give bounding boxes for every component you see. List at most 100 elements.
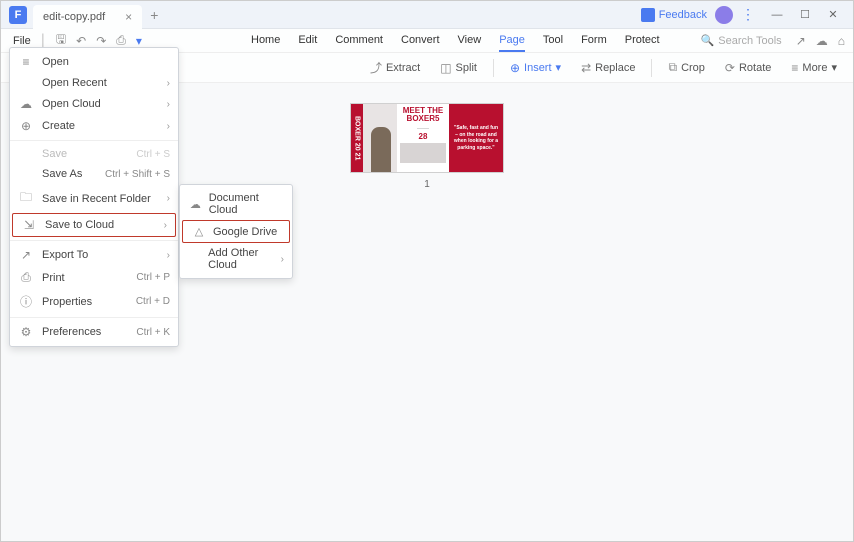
submenu-item-label: Google Drive (213, 226, 277, 238)
file-menu-item-create[interactable]: ⊕ Create› (10, 115, 178, 137)
marker-icon[interactable]: ▾ (136, 34, 142, 48)
page-number-label: 1 (350, 179, 504, 190)
tab-view[interactable]: View (458, 30, 482, 52)
file-menu-button[interactable]: File (9, 35, 35, 47)
close-tab-icon[interactable]: × (125, 10, 132, 24)
insert-button[interactable]: ⊕Insert▾ (502, 58, 569, 78)
document-tab[interactable]: edit-copy.pdf × (33, 5, 142, 29)
menu-separator (10, 140, 178, 141)
menu-item-label: Create (42, 120, 167, 132)
tab-convert[interactable]: Convert (401, 30, 440, 52)
file-menu-item-save: SaveCtrl + S (10, 144, 178, 164)
tab-edit[interactable]: Edit (298, 30, 317, 52)
cloud-icon[interactable]: ☁ (816, 34, 828, 48)
thumb-panel3-text: "Safe, fast and fun – on the road and wh… (453, 125, 499, 151)
submenu-item-label: Document Cloud (209, 192, 284, 216)
file-menu-item-save-as[interactable]: Save AsCtrl + Shift + S (10, 164, 178, 184)
undo-icon[interactable]: ↶ (76, 34, 86, 48)
rotate-button[interactable]: ⟳Rotate (717, 58, 779, 78)
save-to-cloud-submenu: ☁Document Cloud△Google DriveAdd Other Cl… (179, 184, 293, 279)
chevron-right-icon: › (167, 78, 170, 89)
tab-tool[interactable]: Tool (543, 30, 563, 52)
more-icon: ≡ (791, 61, 798, 75)
split-icon: ◫ (440, 61, 451, 75)
menu-shortcut: Ctrl + Shift + S (105, 169, 170, 180)
home-icon[interactable]: ⌂ (838, 34, 845, 48)
menu-item-label: Save in Recent Folder (42, 193, 167, 205)
menu-shortcut: Ctrl + D (136, 296, 170, 307)
menu-item-label: Save (42, 148, 136, 160)
kebab-menu-icon[interactable]: ⋮ (741, 6, 755, 23)
menu-shortcut: Ctrl + S (136, 149, 170, 160)
more-button[interactable]: ≡More▾ (783, 58, 845, 78)
submenu-item-icon: ☁ (188, 198, 203, 211)
menu-item-icon: ≡ (18, 55, 34, 69)
file-menu-item-open-recent[interactable]: Open Recent› (10, 73, 178, 93)
feedback-button[interactable]: Feedback (641, 8, 707, 22)
menu-item-label: Preferences (42, 326, 136, 338)
tab-page[interactable]: Page (499, 30, 525, 52)
tab-title: edit-copy.pdf (43, 11, 105, 23)
menu-item-icon: ☁ (18, 97, 34, 111)
menu-separator (10, 317, 178, 318)
redo-icon[interactable]: ↷ (96, 34, 106, 48)
menu-separator (10, 240, 178, 241)
search-tools[interactable]: 🔍 Search Tools (701, 34, 782, 47)
file-menu-item-open-cloud[interactable]: ☁Open Cloud› (10, 93, 178, 115)
file-menu-item-preferences[interactable]: ⚙PreferencesCtrl + K (10, 321, 178, 343)
tab-form[interactable]: Form (581, 30, 607, 52)
submenu-item-google-drive[interactable]: △Google Drive (182, 220, 290, 243)
feedback-label: Feedback (659, 9, 707, 21)
file-menu-item-open[interactable]: ≡Open (10, 51, 178, 73)
page-thumbnail[interactable]: BOXER 20 21 MEET THE BOXER5 ——— 28 "Safe… (350, 103, 504, 173)
search-icon: 🔍 (701, 34, 715, 47)
file-menu-item-properties[interactable]: ⓘPropertiesCtrl + D (10, 289, 178, 314)
file-menu-item-save-in-recent-folder[interactable]: 🗀 Save in Recent Folder› (10, 184, 178, 213)
chevron-right-icon: › (164, 220, 167, 231)
thumb-panel2-num: 28 (400, 132, 446, 141)
file-menu-item-save-to-cloud[interactable]: ⇲Save to Cloud› (12, 213, 176, 237)
menu-item-label: Print (42, 272, 136, 284)
feedback-icon (641, 8, 655, 22)
print-quick-icon[interactable]: ⎙ (116, 33, 126, 48)
replace-icon: ⇄ (581, 61, 591, 75)
menu-item-label: Open Cloud (42, 98, 167, 110)
file-dropdown-menu: ≡OpenOpen Recent›☁Open Cloud›⊕Create›Sav… (9, 47, 179, 347)
menu-item-label: Open Recent (42, 77, 167, 89)
menu-item-icon: 🗀 (18, 188, 34, 209)
crop-icon: ⧉ (668, 60, 677, 75)
rotate-icon: ⟳ (725, 61, 735, 75)
chevron-right-icon: › (167, 193, 170, 204)
chevron-right-icon: › (281, 254, 284, 265)
menu-item-icon: ⇲ (21, 218, 37, 232)
app-icon: F (9, 6, 27, 24)
menu-shortcut: Ctrl + P (136, 272, 170, 283)
submenu-item-add-other-cloud[interactable]: Add Other Cloud› (180, 243, 292, 275)
new-tab-button[interactable]: + (150, 7, 158, 23)
replace-button[interactable]: ⇄Replace (573, 58, 643, 78)
share-icon[interactable]: ↗ (796, 34, 806, 48)
chevron-right-icon: › (167, 121, 170, 132)
close-window-button[interactable]: ✕ (819, 4, 847, 26)
menu-item-label: Export To (42, 249, 167, 261)
submenu-item-document-cloud[interactable]: ☁ Document Cloud (180, 188, 292, 220)
extract-icon: ⤴ (370, 59, 382, 76)
chevron-right-icon: › (167, 250, 170, 261)
user-avatar[interactable] (715, 6, 733, 24)
submenu-item-label: Add Other Cloud (208, 247, 281, 271)
menu-item-icon: ⊕ (18, 119, 34, 133)
split-button[interactable]: ◫Split (432, 58, 485, 78)
file-menu-item-export-to[interactable]: ↗Export To› (10, 244, 178, 266)
crop-button[interactable]: ⧉Crop (660, 57, 712, 78)
tab-home[interactable]: Home (251, 30, 280, 52)
thumb-panel1-side: BOXER 20 21 (351, 104, 363, 172)
maximize-button[interactable]: ☐ (791, 4, 819, 26)
tab-protect[interactable]: Protect (625, 30, 660, 52)
minimize-button[interactable]: — (763, 4, 791, 26)
extract-button[interactable]: ⤴Extract (362, 56, 428, 79)
file-menu-item-print[interactable]: ⎙ PrintCtrl + P (10, 266, 178, 289)
menu-item-icon: ⎙ (18, 270, 34, 285)
tab-comment[interactable]: Comment (335, 30, 383, 52)
menu-shortcut: Ctrl + K (136, 327, 170, 338)
insert-icon: ⊕ (510, 61, 520, 75)
